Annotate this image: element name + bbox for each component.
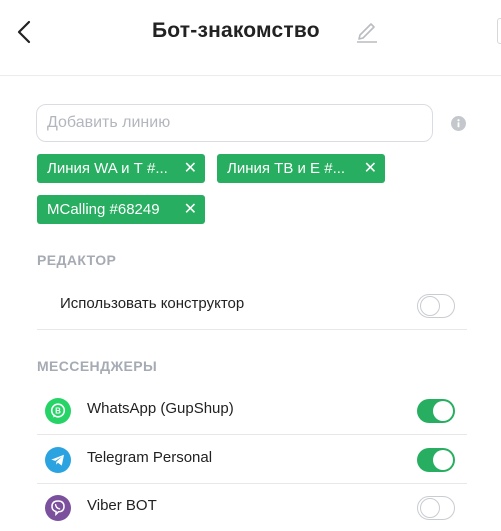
whatsapp-icon: B — [45, 398, 71, 424]
close-icon[interactable]: ✕ — [364, 154, 377, 183]
add-line-input[interactable] — [36, 104, 433, 142]
use-constructor-toggle[interactable] — [417, 294, 455, 318]
row-label: Viber BOT — [87, 497, 157, 514]
row-label: Использовать конструктор — [60, 295, 245, 312]
section-title-messengers: МЕССЕНДЖЕРЫ — [37, 358, 158, 374]
toggle-knob — [433, 401, 453, 421]
line-chip-label: Линия ТВ и Е #... — [227, 160, 346, 177]
page-header: Бот-знакомство — [0, 0, 501, 76]
chevron-left-icon — [17, 20, 31, 44]
whatsapp-toggle[interactable] — [417, 399, 455, 423]
toggle-knob — [420, 498, 440, 518]
page-title: Бот-знакомство — [152, 19, 320, 42]
line-chip[interactable]: Линия WA и Т #... ✕ — [37, 154, 205, 183]
line-chip[interactable]: MCalling #68249 ✕ — [37, 195, 205, 224]
back-button[interactable] — [10, 14, 40, 50]
messenger-row-telegram: Telegram Personal — [37, 436, 467, 484]
window-edge-control — [497, 18, 501, 44]
line-chip-label: MCalling #68249 — [47, 201, 160, 218]
telegram-toggle[interactable] — [417, 448, 455, 472]
toggle-knob — [420, 296, 440, 316]
viber-icon — [45, 495, 71, 521]
svg-text:B: B — [55, 407, 61, 416]
row-label: Telegram Personal — [87, 449, 213, 466]
close-icon[interactable]: ✕ — [184, 195, 197, 224]
info-icon[interactable] — [451, 116, 466, 131]
viber-toggle[interactable] — [417, 496, 455, 520]
messenger-row-viber: Viber BOT — [37, 484, 467, 531]
telegram-icon — [45, 447, 71, 473]
messenger-row-whatsapp: B WhatsApp (GupShup) — [37, 387, 467, 435]
line-chip[interactable]: Линия ТВ и Е #... ✕ — [217, 154, 385, 183]
edit-title-button[interactable] — [355, 18, 379, 44]
close-icon[interactable]: ✕ — [184, 154, 197, 183]
section-title-editor: РЕДАКТОР — [37, 252, 117, 268]
pencil-icon — [357, 23, 377, 43]
line-chip-label: Линия WA и Т #... — [47, 160, 168, 177]
toggle-knob — [433, 450, 453, 470]
editor-row-constructor: Использовать конструктор — [37, 282, 467, 330]
row-label: WhatsApp (GupShup) — [87, 400, 234, 417]
